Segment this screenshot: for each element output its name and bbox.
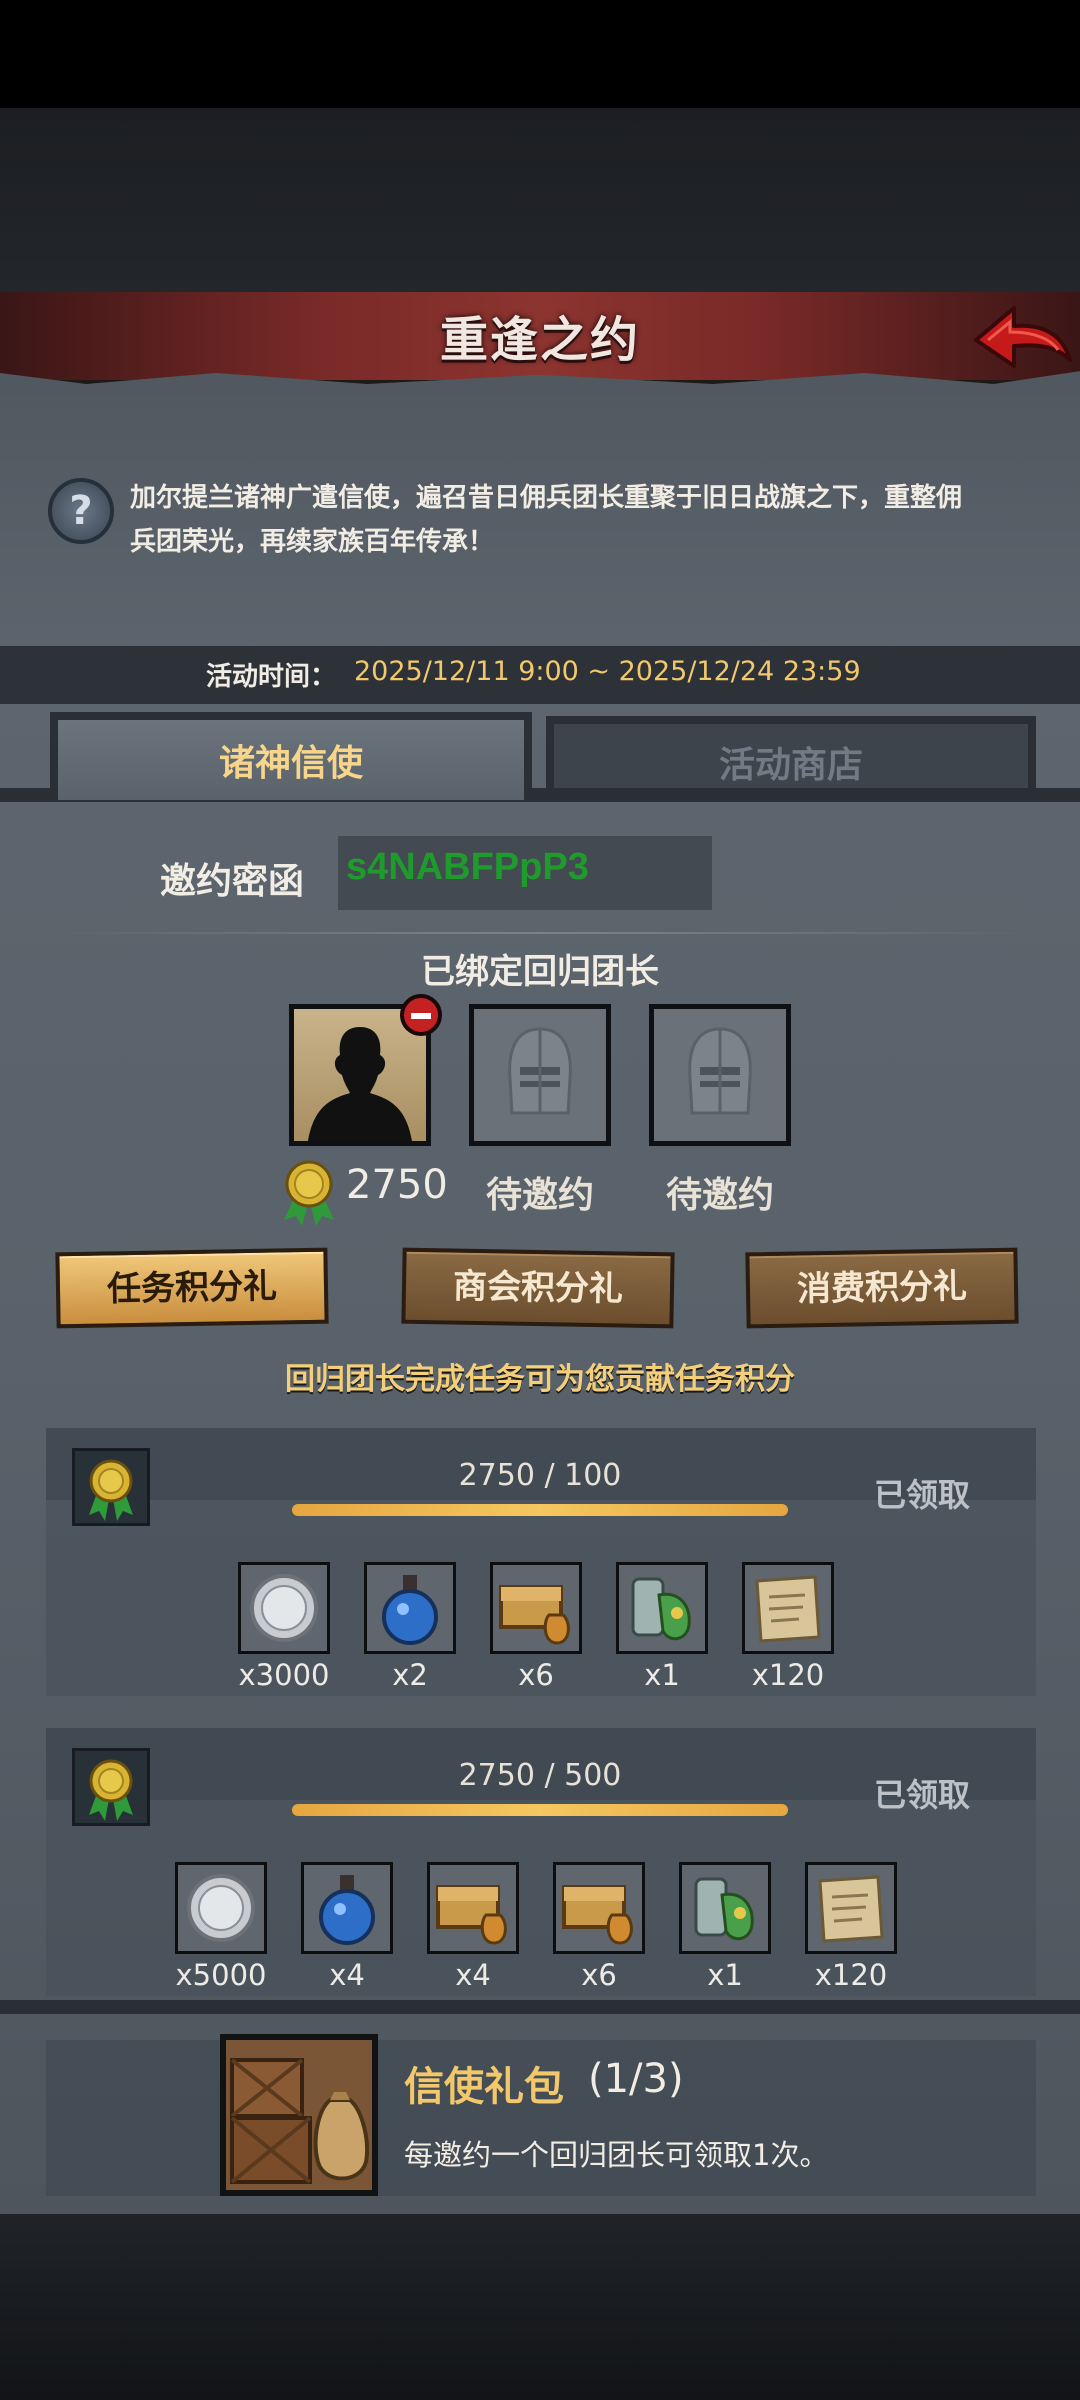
- elixir-jar-icon[interactable]: [679, 1862, 771, 1954]
- leader-points: 2750: [346, 1162, 448, 1208]
- reward-quantity: x6: [518, 1658, 554, 1692]
- reward-quantity: x2: [392, 1658, 428, 1692]
- spending-points-gift-button[interactable]: 消费积分礼: [745, 1247, 1019, 1329]
- reward-quantity: x1: [644, 1658, 680, 1692]
- help-icon[interactable]: ?: [48, 478, 114, 544]
- elixir-jar-icon[interactable]: [616, 1562, 708, 1654]
- silver-coin-icon[interactable]: [238, 1562, 330, 1654]
- tier-claimed-status[interactable]: 已领取: [874, 1770, 970, 1816]
- medal-icon: [72, 1748, 150, 1826]
- empty-leader-slot[interactable]: [649, 1004, 791, 1146]
- gift-pack-count: (1/3): [588, 2056, 684, 2102]
- treasure-chest-icon[interactable]: [490, 1562, 582, 1654]
- reward-quantity: x4: [329, 1958, 365, 1992]
- tier-claimed-status[interactable]: 已领取: [874, 1470, 970, 1516]
- treasure-chest-icon[interactable]: [427, 1862, 519, 1954]
- tier-progress-text: 2750 / 100: [458, 1458, 622, 1493]
- reward-quantity: x120: [751, 1658, 825, 1692]
- treasure-chest-icon[interactable]: [553, 1862, 645, 1954]
- reward-quantity: x120: [814, 1958, 888, 1992]
- blue-potion-icon[interactable]: [301, 1862, 393, 1954]
- task-points-gift-button[interactable]: 任务积分礼: [55, 1247, 329, 1329]
- tier-progress-text: 2750 / 500: [458, 1758, 622, 1793]
- reward-quantity: x6: [581, 1958, 617, 1992]
- pending-invite-label: 待邀约: [665, 1175, 774, 1216]
- reward-quantity: x3000: [238, 1658, 330, 1692]
- status-bar-area: [0, 0, 1080, 108]
- gift-pack-description: 每邀约一个回归团长可领取1次。: [404, 2138, 829, 2172]
- silver-coin-icon[interactable]: [175, 1862, 267, 1954]
- invite-code-field[interactable]: s4NABFPpP3: [338, 836, 712, 910]
- page-title: 重逢之约: [439, 312, 640, 368]
- tab-event-shop-label[interactable]: 活动商店: [546, 736, 1036, 788]
- tier-progress-bar: [292, 1504, 788, 1516]
- pending-invite-label: 待邀约: [485, 1175, 594, 1216]
- reward-quantity: x5000: [175, 1958, 267, 1992]
- reward-quantity: x1: [707, 1958, 743, 1992]
- dimmed-background-top: [0, 108, 1080, 292]
- parchment-scroll-icon[interactable]: [742, 1562, 834, 1654]
- parchment-scroll-icon[interactable]: [805, 1862, 897, 1954]
- medal-icon: [278, 1158, 340, 1230]
- task-points-hint: 回归团长完成任务可为您贡献任务积分: [285, 1362, 795, 1397]
- supply-crate-icon[interactable]: [220, 2034, 378, 2196]
- event-description: 加尔提兰诸神广遣信使，遍召昔日佣兵团长重聚于旧日战旗之下，重整佣兵团荣光，再续家…: [130, 483, 963, 557]
- knight-helmet-icon: [688, 1027, 752, 1115]
- guild-points-gift-button[interactable]: 商会积分礼: [401, 1247, 675, 1329]
- dimmed-background-bottom: [0, 2214, 1080, 2400]
- empty-leader-slot[interactable]: [469, 1004, 611, 1146]
- knight-helmet-icon: [508, 1027, 572, 1115]
- remove-leader-icon[interactable]: [400, 994, 442, 1036]
- invite-code-label: 邀约密函: [160, 861, 305, 902]
- divider: [42, 932, 1038, 934]
- reward-quantity: x4: [455, 1958, 491, 1992]
- tier-progress-bar: [292, 1804, 788, 1816]
- section-divider: [0, 2000, 1080, 2014]
- gift-pack-title: 信使礼包: [404, 2064, 564, 2110]
- event-time-value: 2025/12/11 9:00 ~ 2025/12/24 23:59: [354, 656, 861, 687]
- bound-leaders-title: 已绑定回归团长: [421, 952, 659, 992]
- back-arrow-icon[interactable]: [970, 298, 1074, 378]
- medal-icon: [72, 1448, 150, 1526]
- blue-potion-icon[interactable]: [364, 1562, 456, 1654]
- event-time-label: 活动时间：: [206, 662, 337, 692]
- tab-gods-messenger-label[interactable]: 诸神信使: [50, 734, 532, 786]
